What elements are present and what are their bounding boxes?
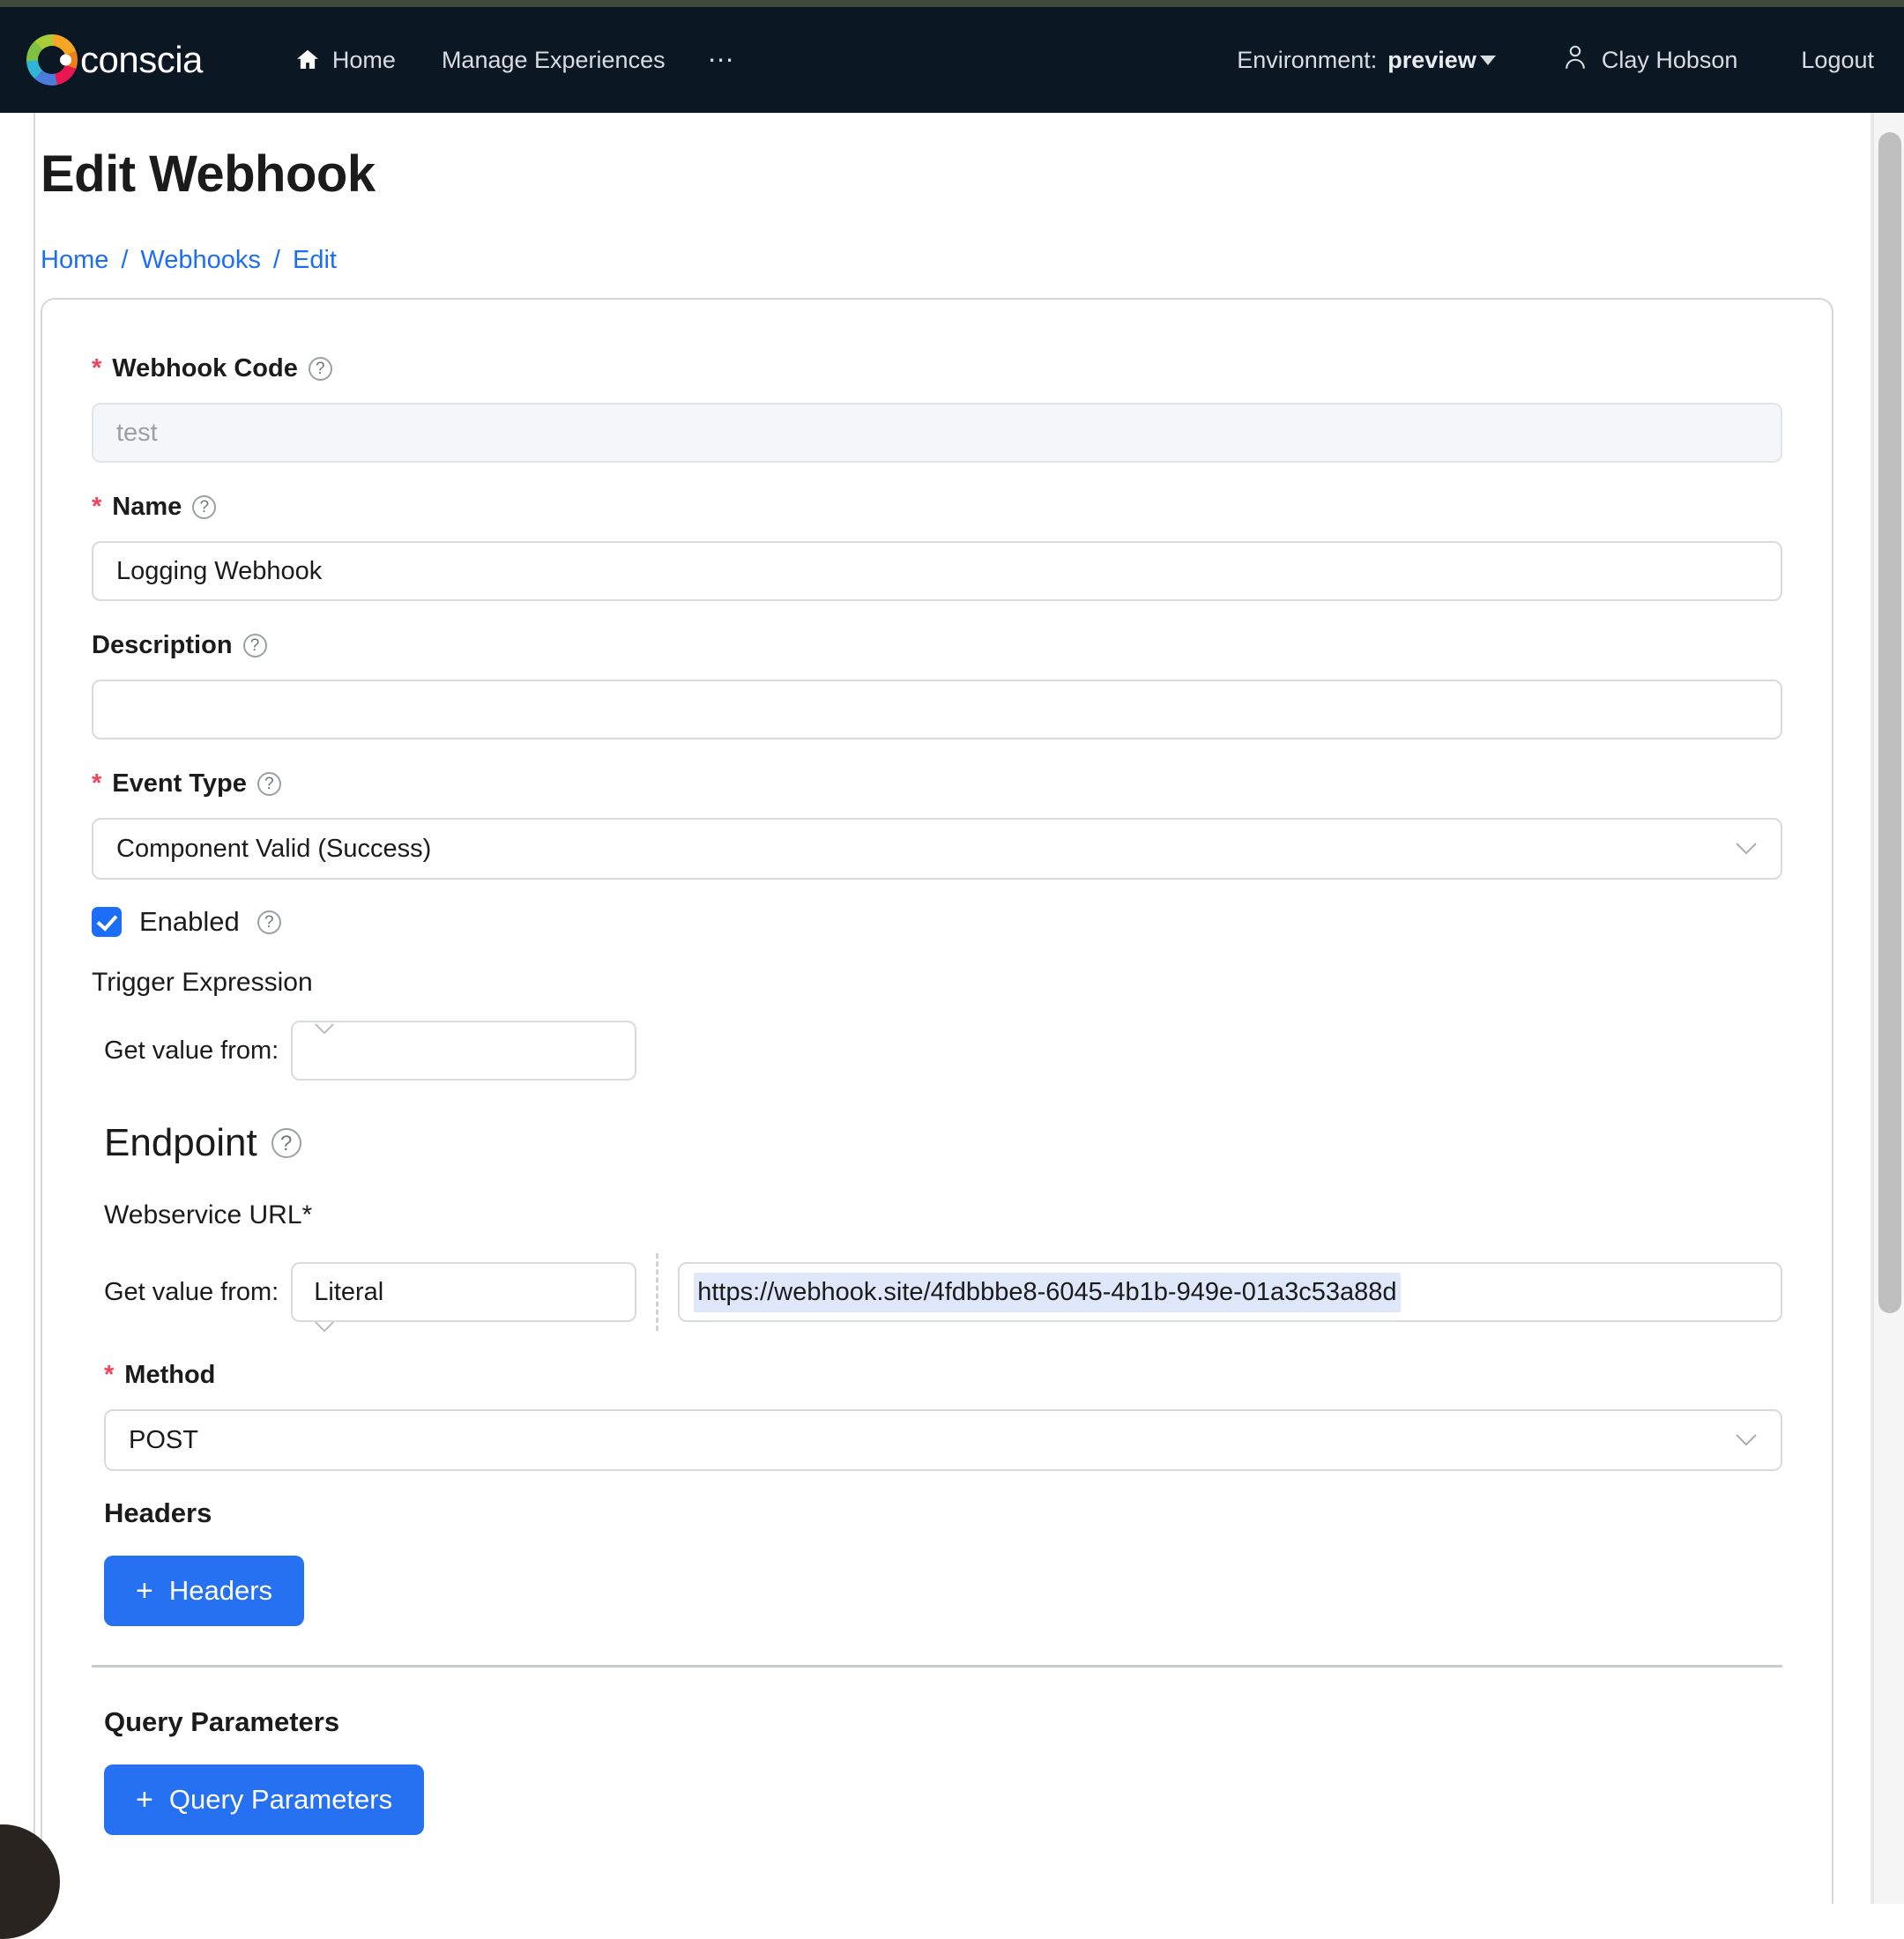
trigger-expression-get-value-from-row: Get value from: [104,1021,1782,1081]
environment-value: preview [1387,47,1496,74]
plus-icon: + [136,1576,153,1606]
event-type-help-icon[interactable]: ? [257,772,281,796]
field-divider [656,1253,658,1331]
trigger-expression-source-select[interactable] [291,1021,636,1081]
section-divider [92,1665,1782,1668]
required-asterisk: * [92,356,101,382]
breadcrumb-item-edit[interactable]: Edit [293,246,337,275]
description-label: Description ? [92,631,1782,660]
name-input[interactable]: Logging Webhook [92,541,1782,601]
home-icon [294,47,321,73]
page-content: Edit Webhook Home / Webhooks / Edit * We… [0,113,1869,1904]
event-type-select[interactable]: Component Valid (Success) [92,818,1782,880]
trigger-expression-label: Trigger Expression [92,968,1782,998]
enabled-label: Enabled [139,906,240,938]
breadcrumb: Home / Webhooks / Edit [41,246,1869,275]
person-icon [1563,44,1588,77]
environment-label: Environment: [1237,47,1377,74]
chevron-down-icon [1480,56,1496,65]
window-top-strip [0,0,1904,7]
environment-selector[interactable]: Environment: preview [1237,47,1496,74]
brand-name: conscia [80,39,203,81]
description-input[interactable] [92,680,1782,739]
method-label: * Method [104,1361,1782,1390]
enabled-checkbox[interactable] [92,907,122,937]
page-left-edge [33,113,35,1904]
method-label-text: Method [124,1361,215,1390]
logout-button[interactable]: Logout [1801,47,1874,74]
name-help-icon[interactable]: ? [192,495,216,519]
nav-item-home[interactable]: Home [271,47,419,74]
endpoint-section-title: Endpoint ? [104,1121,1782,1165]
required-asterisk: * [92,771,101,797]
add-query-parameters-button-label: Query Parameters [169,1784,392,1816]
endpoint-help-icon[interactable]: ? [271,1128,301,1158]
method-value: POST [129,1426,198,1454]
breadcrumb-separator: / [121,246,128,275]
event-type-label-text: Event Type [112,769,247,799]
webhook-code-help-icon[interactable]: ? [309,357,332,381]
environment-value-text: preview [1387,47,1476,74]
webservice-url-source-value: Literal [314,1278,383,1306]
add-headers-button[interactable]: + Headers [104,1556,304,1626]
webhook-form-card: * Webhook Code ? test * Name ? Logging W… [41,298,1833,1904]
vertical-scrollbar[interactable] [1872,113,1904,1904]
breadcrumb-separator: / [273,246,280,275]
webservice-url-get-value-from-label: Get value from: [104,1278,279,1307]
webservice-url-value: https://webhook.site/4fdbbbe8-6045-4b1b-… [694,1273,1400,1312]
name-label: * Name ? [92,493,1782,522]
brand-logo[interactable]: conscia [26,34,203,85]
breadcrumb-item-home[interactable]: Home [41,246,108,275]
required-asterisk: * [104,1363,114,1388]
nav-item-home-label: Home [332,47,396,74]
webservice-url-source-select[interactable]: Literal [291,1262,636,1322]
webservice-url-row: Get value from: Literal https://webhook.… [104,1253,1782,1331]
endpoint-section-title-text: Endpoint [104,1121,257,1165]
add-headers-button-label: Headers [169,1575,272,1607]
scrollbar-thumb[interactable] [1878,132,1901,1313]
page-title: Edit Webhook [41,145,1869,204]
user-menu[interactable]: Clay Hobson [1563,44,1738,77]
description-label-text: Description [92,631,233,660]
add-query-parameters-button[interactable]: + Query Parameters [104,1764,424,1835]
query-parameters-label: Query Parameters [104,1706,1782,1738]
enabled-row: Enabled ? [92,906,1782,938]
required-asterisk: * [92,494,101,520]
nav-item-manage-experiences-label: Manage Experiences [442,47,666,74]
name-label-text: Name [112,493,182,522]
webhook-code-label: * Webhook Code ? [92,354,1782,383]
event-type-value: Component Valid (Success) [116,835,431,863]
chevron-down-icon [1735,1433,1758,1447]
conscia-ring-logo-icon [26,34,78,85]
nav-overflow-menu-icon[interactable]: ⋯ [688,45,756,76]
webservice-url-input[interactable]: https://webhook.site/4fdbbbe8-6045-4b1b-… [678,1262,1782,1322]
description-help-icon[interactable]: ? [243,634,267,657]
user-name: Clay Hobson [1602,47,1738,74]
main-navbar: conscia Home Manage Experiences ⋯ Enviro… [0,7,1904,113]
chevron-down-icon [1735,842,1758,856]
breadcrumb-item-webhooks[interactable]: Webhooks [140,246,261,275]
trigger-expression-get-value-from-label: Get value from: [104,1036,279,1066]
webservice-url-label: Webservice URL* [104,1200,1782,1230]
webhook-code-input: test [92,403,1782,463]
event-type-label: * Event Type ? [92,769,1782,799]
method-select[interactable]: POST [104,1409,1782,1471]
nav-links: Home Manage Experiences ⋯ [271,45,756,76]
navbar-right: Environment: preview Clay Hobson Logout [1237,44,1874,77]
headers-label: Headers [104,1497,1782,1529]
nav-item-manage-experiences[interactable]: Manage Experiences [419,47,688,74]
chevron-down-icon [314,1022,614,1036]
enabled-help-icon[interactable]: ? [257,910,281,934]
chevron-down-icon [314,1320,614,1334]
plus-icon: + [136,1785,153,1815]
webhook-code-label-text: Webhook Code [112,354,298,383]
